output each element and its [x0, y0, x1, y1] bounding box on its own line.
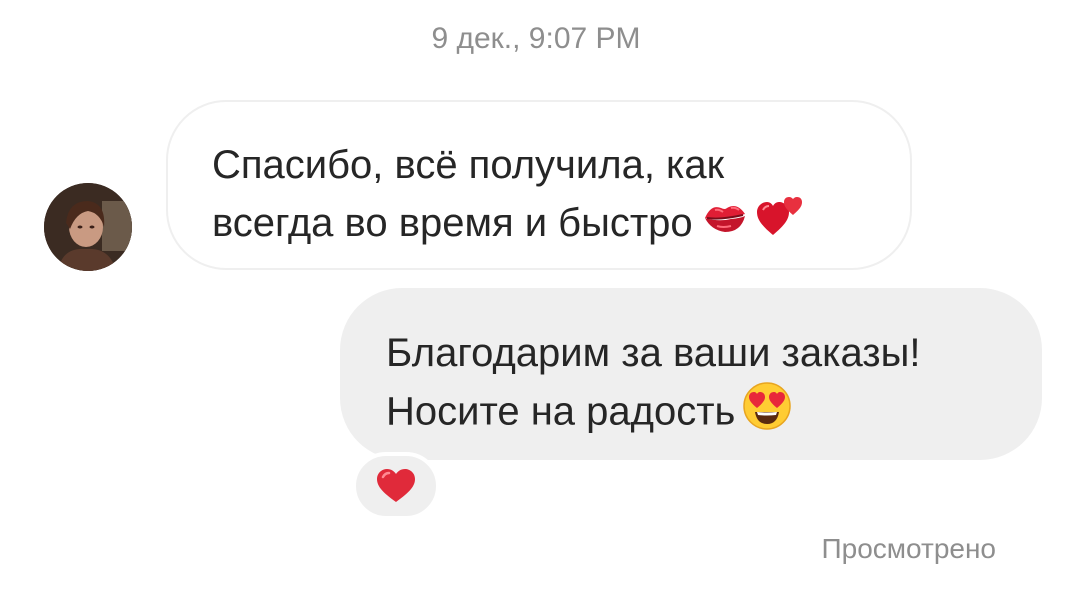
seen-status: Просмотрено — [821, 533, 996, 564]
message-timestamp: 9 дек., 9:07 PM — [431, 22, 641, 55]
avatar[interactable] — [44, 183, 132, 271]
outgoing-message-bubble[interactable]: Благодарим за ваши заказы! Носите на рад… — [340, 288, 1042, 460]
incoming-message-line-1: Спасибо, всё получила, как — [212, 143, 725, 187]
outgoing-message-line-1: Благодарим за ваши заказы! — [386, 331, 921, 375]
heart-eyes-icon — [743, 382, 792, 446]
heart-icon — [377, 469, 415, 502]
two-hearts-icon — [756, 195, 803, 255]
incoming-message-bubble[interactable]: Спасибо, всё получила, как всегда во вре… — [166, 100, 912, 270]
incoming-message-line-2: всегда во время и быстро — [212, 201, 693, 245]
kiss-mark-icon — [701, 196, 749, 254]
message-reaction[interactable] — [352, 452, 440, 520]
outgoing-message-line-2: Носите на радость — [386, 389, 736, 434]
